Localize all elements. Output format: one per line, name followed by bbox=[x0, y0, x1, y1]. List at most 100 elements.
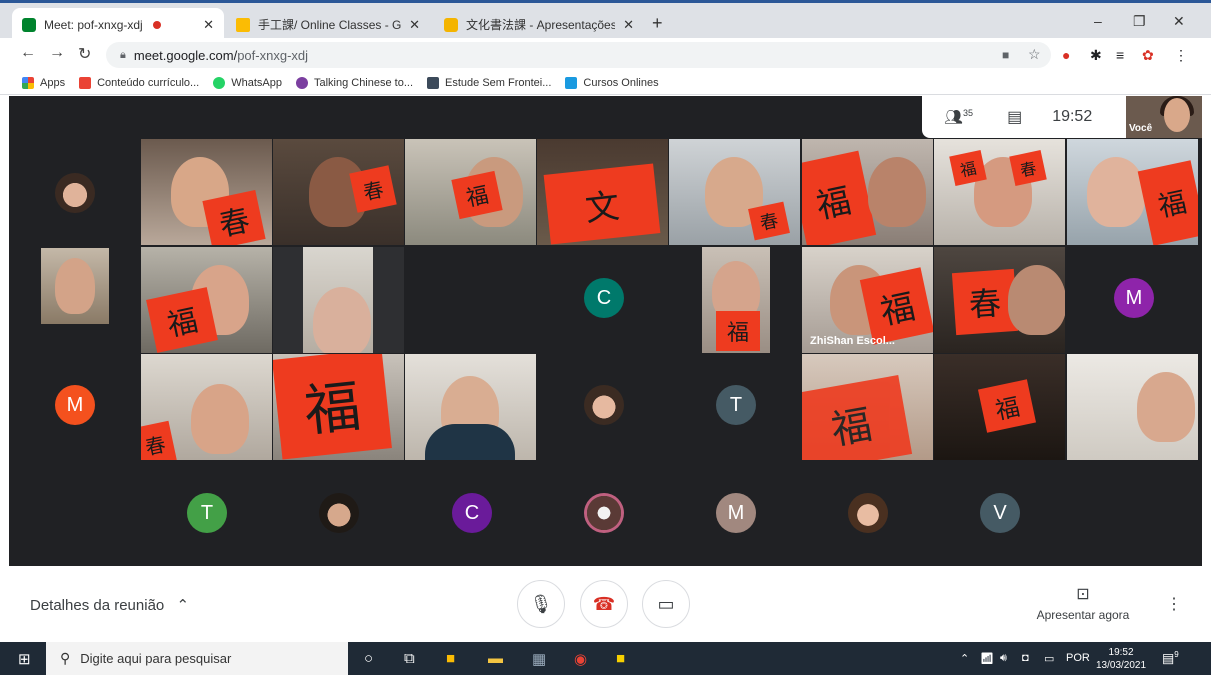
extensions-puzzle-icon[interactable]: ✱ bbox=[1090, 47, 1102, 64]
bookmark-apps[interactable]: Apps bbox=[22, 76, 65, 89]
battery-icon[interactable]: ▭ bbox=[1044, 652, 1054, 665]
participants-button[interactable]: 👥︎35 bbox=[944, 108, 973, 126]
drive-favicon-icon bbox=[236, 17, 250, 32]
reload-icon[interactable]: ↻ bbox=[78, 44, 91, 64]
participant-photo-avatar[interactable] bbox=[584, 385, 624, 425]
calculator-icon[interactable]: ▦ bbox=[532, 650, 546, 668]
participant-avatar[interactable]: T bbox=[716, 385, 756, 425]
meeting-controls: Detalhes da reunião ⌃ 🎙︎ ☎︎ ▭ ⊡ Apresent… bbox=[0, 566, 1211, 642]
apps-grid-icon bbox=[22, 76, 34, 89]
self-view-tile[interactable]: Você bbox=[1126, 96, 1202, 138]
cortana-icon[interactable]: ○ bbox=[364, 650, 373, 667]
close-tab-icon[interactable]: ✕ bbox=[195, 17, 214, 33]
back-icon[interactable]: ← bbox=[20, 44, 36, 62]
restore-icon[interactable]: ❐ bbox=[1133, 13, 1146, 30]
network-icon[interactable]: 📶︎ bbox=[980, 652, 994, 665]
taskbar-search-box[interactable]: ⚲ Digite aqui para pesquisar bbox=[46, 642, 348, 675]
participant-video-tile[interactable]: 春 bbox=[934, 247, 1065, 353]
close-tab-icon[interactable]: ✕ bbox=[401, 17, 420, 33]
close-window-icon[interactable]: ✕ bbox=[1173, 13, 1185, 30]
participant-photo-avatar[interactable] bbox=[319, 493, 359, 533]
participant-video-tile[interactable]: 福 bbox=[1067, 139, 1198, 245]
participant-photo-avatar[interactable] bbox=[584, 493, 624, 533]
participant-avatar[interactable]: M bbox=[716, 493, 756, 533]
participant-video-tile[interactable]: 春 bbox=[141, 354, 272, 460]
participant-avatar[interactable]: C bbox=[584, 278, 624, 318]
participant-avatar[interactable]: T bbox=[187, 493, 227, 533]
notification-center-icon[interactable]: ▤9 bbox=[1162, 650, 1179, 666]
calligraphy-card: 福 bbox=[802, 150, 877, 245]
tab-meet[interactable]: Meet: pof-xnxg-xdj ✕ bbox=[12, 8, 224, 41]
bookmark-curriculo[interactable]: Conteúdo currículo... bbox=[79, 76, 199, 89]
bookmark-cursos[interactable]: Cursos Onlines bbox=[565, 76, 659, 89]
profile-avatar-icon[interactable]: ✿ bbox=[1142, 47, 1154, 64]
participant-video-tile[interactable]: 春 bbox=[273, 139, 404, 245]
participant-video-tile[interactable]: 文 bbox=[537, 139, 668, 245]
language-indicator[interactable]: POR bbox=[1066, 652, 1090, 664]
volume-icon[interactable]: 🔊︎ bbox=[1000, 652, 1007, 665]
taskbar-clock[interactable]: 19:52 13/03/2021 bbox=[1096, 646, 1146, 672]
estude-icon bbox=[427, 76, 440, 89]
tray-expand-icon[interactable]: ⌃ bbox=[960, 652, 969, 665]
self-label: Você bbox=[1129, 123, 1153, 134]
participant-video-tile[interactable] bbox=[405, 354, 536, 460]
store-icon[interactable]: ■ bbox=[446, 650, 455, 667]
end-call-button[interactable]: ☎︎ bbox=[580, 580, 628, 628]
calligraphy-card: 福 bbox=[977, 379, 1037, 433]
notification-count: 9 bbox=[1174, 650, 1179, 659]
task-view-icon[interactable]: ⧉ bbox=[404, 650, 415, 667]
chat-icon[interactable]: ▤ bbox=[1007, 107, 1022, 127]
participant-photo-avatar[interactable] bbox=[848, 493, 888, 533]
bookmark-whatsapp[interactable]: WhatsApp bbox=[213, 76, 282, 89]
browser-menu-icon[interactable]: ⋮ bbox=[1174, 47, 1188, 64]
close-tab-icon[interactable]: ✕ bbox=[615, 17, 634, 33]
whatsapp-icon bbox=[213, 76, 226, 89]
more-options-icon[interactable]: ⋮ bbox=[1166, 594, 1182, 614]
extension-notification-icon[interactable]: ● bbox=[1062, 47, 1070, 63]
participant-avatar[interactable]: M bbox=[1114, 278, 1154, 318]
participant-video-tile[interactable]: 福 春 bbox=[934, 139, 1065, 245]
sticky-notes-icon[interactable]: ■ bbox=[616, 650, 625, 667]
tab-title: Meet: pof-xnxg-xdj bbox=[44, 17, 143, 32]
camera-in-use-icon[interactable]: ■ bbox=[1002, 48, 1009, 62]
camera-button[interactable]: ▭ bbox=[642, 580, 690, 628]
bookmark-estude[interactable]: Estude Sem Frontei... bbox=[427, 76, 551, 89]
participant-video-tile[interactable] bbox=[273, 247, 404, 353]
participant-video-tile[interactable]: 福 bbox=[802, 139, 933, 245]
participant-video-tile[interactable]: 福 bbox=[802, 354, 933, 460]
participant-video-tile[interactable] bbox=[1067, 354, 1198, 460]
windows-start-icon[interactable]: ⊞ bbox=[18, 650, 31, 668]
taskbar-time: 19:52 bbox=[1108, 647, 1134, 658]
media-control-icon[interactable]: ≡ bbox=[1116, 47, 1124, 63]
bookmark-talking-chinese[interactable]: Talking Chinese to... bbox=[295, 76, 413, 89]
meeting-details-button[interactable]: Detalhes da reunião ⌃ bbox=[30, 596, 189, 614]
meet-camera-tray-icon[interactable]: ◘ bbox=[1022, 652, 1029, 664]
participant-avatar[interactable]: M bbox=[55, 385, 95, 425]
url-field[interactable]: 🔒︎ meet.google.com/pof-xnxg-xdj bbox=[106, 42, 1051, 68]
tab-online-classes[interactable]: 手工課/ Online Classes - Google ✕ bbox=[226, 8, 430, 41]
participant-video-tile[interactable]: 福 bbox=[141, 247, 272, 353]
participant-video-tile[interactable]: 福 bbox=[702, 247, 770, 353]
participant-avatar[interactable]: C bbox=[452, 493, 492, 533]
chrome-icon[interactable]: ◉ bbox=[574, 650, 587, 668]
participant-video-tile[interactable] bbox=[41, 248, 109, 324]
forward-icon[interactable]: → bbox=[49, 44, 65, 62]
microphone-icon: 🎙︎ bbox=[529, 593, 553, 614]
participant-video-tile[interactable]: 福 bbox=[405, 139, 536, 245]
file-explorer-icon[interactable]: ▬ bbox=[488, 650, 503, 667]
participant-video-tile[interactable]: 福 ZhiShan Escol... bbox=[802, 247, 933, 353]
participant-video-tile[interactable]: 春 bbox=[669, 139, 800, 245]
tab-slides[interactable]: 文化書法課 - Apresentações Goo ✕ bbox=[434, 8, 644, 41]
participant-video-tile[interactable]: 福 bbox=[934, 354, 1065, 460]
present-now-button[interactable]: ⊡ Apresentar agora bbox=[1035, 584, 1131, 622]
people-icon: 👥︎ bbox=[944, 109, 964, 126]
participant-video-tile[interactable]: 福 bbox=[273, 354, 404, 460]
camera-icon: ▭ bbox=[657, 593, 675, 614]
participant-video-tile[interactable]: 春 bbox=[141, 139, 272, 245]
new-tab-icon[interactable]: + bbox=[652, 13, 663, 34]
participant-name-label: ZhiShan Escol... bbox=[810, 335, 895, 347]
participant-avatar[interactable]: V bbox=[980, 493, 1020, 533]
microphone-button[interactable]: 🎙︎ bbox=[517, 580, 565, 628]
minimize-icon[interactable]: – bbox=[1094, 13, 1102, 29]
bookmark-star-icon[interactable]: ☆ bbox=[1028, 46, 1041, 63]
